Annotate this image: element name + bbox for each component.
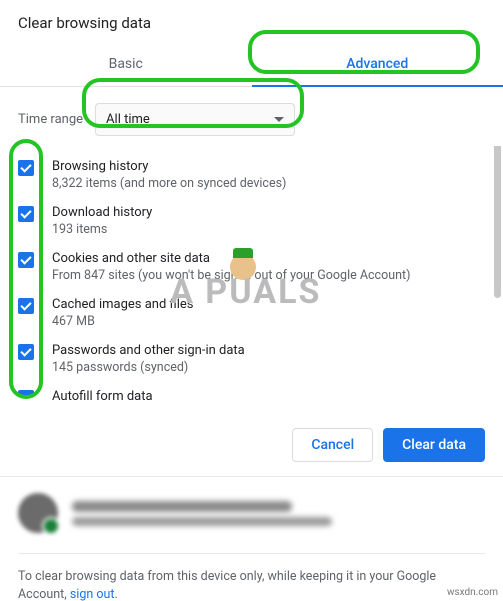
list-item: Cookies and other site data From 847 sit… (0, 244, 503, 290)
dialog-title: Clear browsing data (0, 0, 503, 42)
list-item: Passwords and other sign-in data 145 pas… (0, 336, 503, 382)
item-text: Passwords and other sign-in data 145 pas… (52, 342, 485, 376)
chevron-down-icon (274, 117, 284, 122)
time-range-value: All time (106, 112, 150, 127)
list-item: Autofill form data (0, 382, 503, 411)
item-title: Cached images and files (52, 296, 485, 313)
button-row: Cancel Clear data (0, 414, 503, 477)
time-range-label: Time range (18, 112, 83, 127)
tab-basic[interactable]: Basic (0, 42, 252, 86)
account-email-blurred (72, 517, 332, 526)
item-text: Browsing history 8,322 items (and more o… (52, 158, 485, 192)
checkbox-browsing-history[interactable] (18, 160, 34, 176)
time-range-row: Time range All time (0, 87, 503, 146)
checkbox-autofill[interactable] (18, 390, 34, 396)
checkbox-download-history[interactable] (18, 206, 34, 222)
time-range-select[interactable]: All time (95, 103, 295, 136)
item-title: Browsing history (52, 158, 485, 175)
item-desc: 8,322 items (and more on synced devices) (52, 175, 485, 192)
item-desc: 193 items (52, 221, 485, 238)
item-text: Autofill form data (52, 388, 485, 405)
avatar (18, 493, 58, 533)
item-desc: From 847 sites (you won't be signed out … (52, 267, 485, 284)
sign-out-link[interactable]: sign out (70, 587, 115, 601)
checkbox-passwords[interactable] (18, 344, 34, 360)
clear-data-button[interactable]: Clear data (383, 428, 485, 462)
tabs: Basic Advanced (0, 42, 503, 87)
item-text: Download history 193 items (52, 204, 485, 238)
item-text: Cached images and files 467 MB (52, 296, 485, 330)
checkbox-cached[interactable] (18, 298, 34, 314)
options-list: Browsing history 8,322 items (and more o… (0, 146, 503, 414)
item-title: Download history (52, 204, 485, 221)
list-item: Download history 193 items (0, 198, 503, 244)
item-desc: 467 MB (52, 313, 485, 330)
item-desc: 145 passwords (synced) (52, 359, 485, 376)
footer-text: To clear browsing data from this device … (18, 553, 485, 601)
account-name-blurred (72, 501, 292, 512)
item-text: Cookies and other site data From 847 sit… (52, 250, 485, 284)
checkbox-cookies[interactable] (18, 252, 34, 268)
list-item: Browsing history 8,322 items (and more o… (0, 152, 503, 198)
tab-advanced[interactable]: Advanced (252, 42, 503, 86)
account-row (0, 477, 503, 549)
item-title: Passwords and other sign-in data (52, 342, 485, 359)
account-text (72, 501, 332, 526)
scrollbar[interactable] (494, 146, 501, 298)
item-title: Cookies and other site data (52, 250, 485, 267)
cancel-button[interactable]: Cancel (292, 428, 373, 462)
watermark-site: wsxdn.com (447, 587, 498, 598)
item-title: Autofill form data (52, 388, 485, 405)
list-item: Cached images and files 467 MB (0, 290, 503, 336)
